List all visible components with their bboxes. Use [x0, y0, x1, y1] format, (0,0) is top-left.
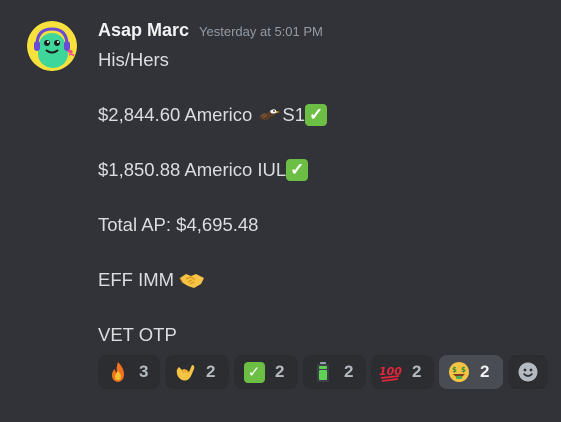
add-reaction-button[interactable]: [508, 355, 548, 389]
message-line: VET OTP: [98, 322, 177, 348]
money-mouth-face-emoji: $ $: [447, 360, 471, 384]
add-reaction-smiley-icon: [517, 361, 539, 383]
avatar[interactable]: [27, 21, 77, 71]
username[interactable]: Asap Marc: [98, 20, 189, 41]
reaction-count: 2: [206, 362, 216, 381]
check-mark-button-emoji: ✓: [242, 360, 266, 384]
reaction-count: 2: [344, 362, 354, 381]
reaction-battery[interactable]: 2: [303, 355, 366, 389]
avatar-image: [27, 21, 77, 71]
chat-message: Asap Marc Yesterday at 5:01 PM His/Hers …: [0, 0, 561, 422]
message-text: $1,850.88 Americo IUL: [98, 159, 287, 180]
check-mark-button-emoji: ✓: [305, 104, 328, 126]
reaction-money-mouth-face[interactable]: $ $ 2: [439, 355, 503, 389]
reaction-count: 2: [275, 362, 285, 381]
hundred-points-emoji: 100: [379, 360, 403, 384]
message-text: S1: [282, 104, 306, 125]
check-mark-button-emoji: ✓: [286, 159, 309, 181]
reaction-call-me-hand[interactable]: 2: [165, 355, 229, 389]
message-header: Asap Marc Yesterday at 5:01 PM: [98, 20, 323, 44]
message-text: His/Hers: [98, 49, 169, 70]
reaction-hundred-points[interactable]: 100 2: [371, 355, 434, 389]
call-me-hand-emoji: [173, 360, 197, 384]
handshake-emoji: [179, 268, 205, 292]
message-line: His/Hers: [98, 47, 169, 73]
reactions-bar: 3 2 ✓ 2 2 100 2 $ $ 2: [98, 355, 548, 389]
message-text: EFF IMM: [98, 269, 180, 290]
fire-emoji: [106, 360, 130, 384]
reaction-count: 3: [139, 362, 149, 381]
reaction-check-mark[interactable]: ✓ 2: [234, 355, 298, 389]
message-line: $1,850.88 Americo IUL ✓: [98, 157, 309, 183]
eagle-emoji: [257, 103, 281, 127]
message-line: EFF IMM: [98, 267, 205, 293]
message-line: Total AP: $4,695.48: [98, 212, 258, 238]
reaction-count: 2: [412, 362, 422, 381]
reaction-count: 2: [480, 362, 490, 381]
reaction-fire[interactable]: 3: [98, 355, 160, 389]
timestamp[interactable]: Yesterday at 5:01 PM: [199, 24, 323, 39]
message-text: $2,844.60 Americo: [98, 104, 258, 125]
message-text: VET OTP: [98, 324, 177, 345]
message-line: $2,844.60 Americo S1 ✓: [98, 102, 328, 128]
svg-text:$: $: [452, 366, 457, 374]
message-text: Total AP: $4,695.48: [98, 214, 259, 235]
svg-text:$: $: [461, 366, 466, 374]
battery-emoji: [311, 360, 335, 384]
